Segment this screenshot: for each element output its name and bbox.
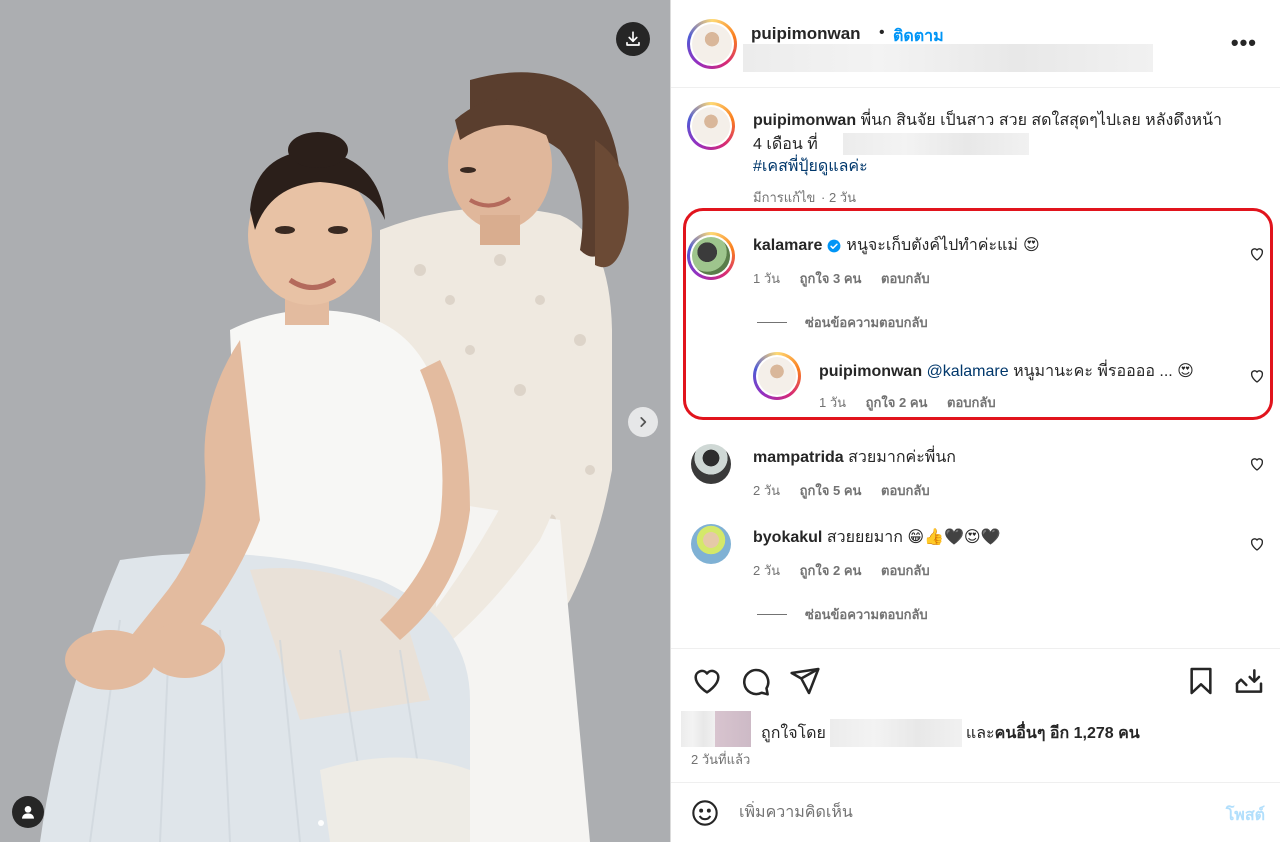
reply-avatar[interactable]	[753, 352, 801, 400]
comment-username[interactable]: byokakul	[753, 529, 822, 546]
author-avatar[interactable]	[687, 19, 737, 69]
reply-body: puipimonwan @kalamare หนูมานะคะ พี่รออออ…	[819, 360, 1194, 383]
reply-like-heart-icon[interactable]	[1249, 368, 1265, 384]
comment-like-heart-icon[interactable]	[1249, 536, 1265, 552]
post-header: puipimonwan • ติดตาม •••	[671, 0, 1280, 88]
comment-likes[interactable]: ถูกใจ 3 คน	[800, 271, 862, 286]
comment-body: kalamare หนูจะเก็บตังค์ไปทำค่ะแม่ 😍	[753, 234, 1040, 257]
hide-replies-toggle[interactable]: ซ่อนข้อความตอบกลับ	[757, 312, 928, 333]
comment-time: 2 วัน	[753, 563, 781, 578]
comment-avatar[interactable]	[687, 232, 735, 280]
comment-likes[interactable]: ถูกใจ 2 คน	[800, 563, 862, 578]
caption-body: puipimonwan พี่นก สินจัย เป็นสาว สวย สดใ…	[753, 109, 1263, 132]
caption-username[interactable]: puipimonwan	[753, 112, 856, 129]
liked-by-suffix: และ	[965, 724, 995, 742]
liked-by-summary: ถูกใจโดย และ คนอื่นๆ อีก 1,278 คน	[761, 719, 1140, 747]
caption-hashtag[interactable]: #เคสพี่ปุ้ยดูแลค่ะ	[753, 155, 868, 178]
comment-username[interactable]: kalamare	[753, 234, 822, 257]
post-time-ago: 2 วันที่แล้ว	[691, 752, 751, 767]
reply-mention[interactable]: @kalamare	[927, 363, 1009, 380]
comment-time: 1 วัน	[753, 271, 781, 286]
comment-likes[interactable]: ถูกใจ 5 คน	[800, 483, 862, 498]
comment-emoji: 😍	[1022, 237, 1040, 254]
comment-avatar[interactable]	[691, 444, 731, 484]
reply-meta: 1 วัน ถูกใจ 2 คน ตอบกลับ	[819, 392, 1012, 413]
caption-edited: มีการแก้ไข	[753, 190, 816, 205]
post-media[interactable]	[0, 0, 670, 842]
caption-line-2: 4 เดือน ที่	[753, 133, 818, 156]
heart-icon[interactable]	[691, 665, 723, 697]
chevron-right-icon	[640, 417, 647, 427]
header-separator: •	[879, 24, 885, 41]
likes-count[interactable]: คนอื่นๆ อีก 1,278 คน	[995, 721, 1140, 746]
comment-like-heart-icon[interactable]	[1249, 246, 1265, 262]
author-username[interactable]: puipimonwan	[751, 24, 861, 44]
comment-reply-button[interactable]: ตอบกลับ	[881, 483, 930, 498]
reply-likes[interactable]: ถูกใจ 2 คน	[866, 395, 928, 410]
comment-text: สวยยยมาก	[826, 529, 903, 546]
comment-avatar[interactable]	[691, 524, 731, 564]
share-icon[interactable]	[789, 665, 821, 697]
liker-name-redacted	[829, 719, 962, 747]
carousel-dots	[318, 820, 324, 826]
caption-text-2: 4 เดือน ที่	[753, 136, 818, 153]
comment-meta: 2 วัน ถูกใจ 5 คน ตอบกลับ	[753, 480, 946, 501]
comment-time: 2 วัน	[753, 483, 781, 498]
reply-text: หนูมานะคะ พี่รออออ ...	[1013, 363, 1173, 380]
reply-reply-button[interactable]: ตอบกลับ	[947, 395, 996, 410]
reply-emoji: 😍	[1177, 363, 1194, 380]
caption-text-1: พี่นก สินจัย เป็นสาว สวย สดใสสุดๆไปเลย ห…	[860, 112, 1223, 129]
verified-badge-icon	[827, 239, 841, 252]
more-options-button[interactable]: •••	[1231, 30, 1257, 56]
location-redacted	[743, 44, 1153, 72]
post-comment-button[interactable]: โพสต์	[1226, 803, 1265, 828]
hide-replies-label: ซ่อนข้อความตอบกลับ	[805, 607, 928, 622]
caption-avatar[interactable]	[687, 102, 735, 150]
post-photo	[0, 0, 670, 842]
bookmark-icon[interactable]	[1185, 665, 1217, 697]
liker-avatar-redacted	[681, 711, 715, 747]
caption-meta: มีการแก้ไข · 2 วัน	[753, 190, 856, 205]
carousel-dot-active	[318, 820, 324, 826]
comment-reply-button[interactable]: ตอบกลับ	[881, 271, 930, 286]
add-comment-bar: โพสต์	[671, 782, 1280, 842]
comment-meta: 2 วัน ถูกใจ 2 คน ตอบกลับ	[753, 560, 946, 581]
comment-input[interactable]	[739, 801, 1179, 825]
hide-replies-toggle[interactable]: ซ่อนข้อความตอบกลับ	[757, 604, 928, 625]
comment-body: mampatrida สวยมากค่ะพี่นก	[753, 446, 956, 469]
comment-icon[interactable]	[739, 665, 771, 697]
comment-text: หนูจะเก็บตังค์ไปทำค่ะแม่	[846, 237, 1018, 254]
download-icon	[626, 31, 640, 46]
caption-time: 2 วัน	[828, 190, 856, 205]
save-download-icon[interactable]	[1233, 665, 1265, 697]
user-icon	[22, 806, 34, 819]
comments-list[interactable]: puipimonwan พี่นก สินจัย เป็นสาว สวย สดใ…	[671, 88, 1280, 648]
comment-emoji: 😁👍🖤😍🖤	[907, 529, 1001, 546]
post-actions: ถูกใจโดย และ คนอื่นๆ อีก 1,278 คน 2 วันท…	[671, 648, 1280, 782]
caption-redacted	[843, 133, 1029, 155]
hide-replies-label: ซ่อนข้อความตอบกลับ	[805, 315, 928, 330]
next-image-button[interactable]	[628, 407, 658, 437]
comment-text: สวยมากค่ะพี่นก	[848, 449, 956, 466]
liker-avatar-redacted	[715, 711, 751, 747]
emoji-icon[interactable]	[691, 799, 719, 827]
liked-by-prefix: ถูกใจโดย	[761, 724, 826, 742]
comment-meta: 1 วัน ถูกใจ 3 คน ตอบกลับ	[753, 268, 946, 289]
reply-time: 1 วัน	[819, 395, 847, 410]
post-side-panel: puipimonwan • ติดตาม ••• puipimonwan พี่…	[670, 0, 1280, 842]
download-button[interactable]	[616, 22, 650, 56]
tagged-users-button[interactable]	[12, 796, 44, 828]
reply-username[interactable]: puipimonwan	[819, 363, 922, 380]
comment-body: byokakul สวยยยมาก 😁👍🖤😍🖤	[753, 526, 1000, 549]
comment-username[interactable]: mampatrida	[753, 449, 844, 466]
comment-reply-button[interactable]: ตอบกลับ	[881, 563, 930, 578]
comment-like-heart-icon[interactable]	[1249, 456, 1265, 472]
